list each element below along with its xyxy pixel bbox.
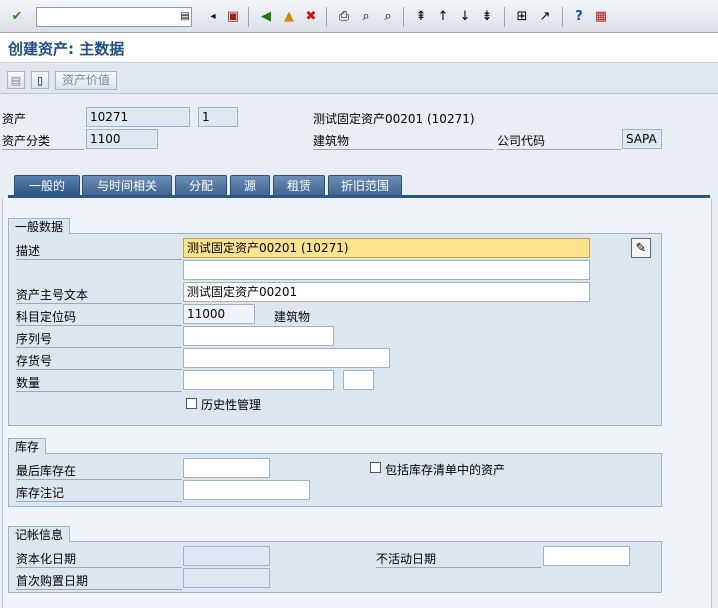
description-line2-input[interactable]: [183, 260, 590, 280]
command-history-dropdown-icon[interactable]: ◂: [204, 8, 222, 26]
exit-icon[interactable]: ▲: [280, 8, 298, 26]
quantity-input[interactable]: [183, 370, 334, 390]
sub-number-field: 1: [198, 107, 238, 127]
account-determination-label: 科目定位码: [16, 308, 182, 326]
tab-general[interactable]: 一般的: [14, 175, 80, 195]
edit-text-icon[interactable]: ✎: [631, 238, 651, 258]
last-inventory-input[interactable]: [183, 458, 270, 478]
toolbar-separator: [326, 7, 327, 27]
find-next-icon[interactable]: ⌕: [379, 8, 397, 26]
first-acquisition-date-label: 首次购置日期: [16, 572, 182, 590]
asset-description: 测试固定资产00201 (10271): [313, 112, 475, 126]
asset-class-field: 1100: [86, 129, 158, 149]
tab-time-dependent[interactable]: 与时间相关: [82, 175, 172, 195]
toolbar-separator: [562, 7, 563, 27]
deactivation-date-input[interactable]: [543, 546, 630, 566]
include-in-inventory-checkbox[interactable]: [370, 462, 381, 473]
asset-class-label: 资产分类: [2, 132, 84, 150]
inventory-group-title: 库存: [8, 438, 47, 454]
serial-number-label: 序列号: [16, 330, 182, 348]
first-page-icon[interactable]: ⇞: [412, 8, 430, 26]
command-history-icon[interactable]: ▤: [176, 8, 194, 26]
history-management-label: 历史性管理: [201, 398, 262, 412]
tab-depreciation-areas[interactable]: 折旧范围: [328, 175, 402, 195]
cancel-icon[interactable]: ✖: [302, 8, 320, 26]
last-inventory-label: 最后库存在: [16, 462, 182, 480]
capitalization-date-label: 资本化日期: [16, 550, 182, 568]
checkmark-icon[interactable]: ✔: [8, 8, 26, 26]
tab-allocations[interactable]: 分配: [175, 175, 227, 195]
inventory-number-label: 存货号: [16, 352, 182, 370]
unit-input[interactable]: [343, 370, 374, 390]
first-acquisition-date-field: [183, 568, 270, 588]
help-icon[interactable]: ?: [570, 8, 588, 26]
save-icon[interactable]: ▣: [224, 8, 242, 26]
inventory-note-input[interactable]: [183, 480, 310, 500]
company-code-label: 公司代码: [497, 132, 621, 150]
description-label: 描述: [16, 242, 182, 260]
asset-value-button[interactable]: 资产价值: [55, 71, 117, 90]
main-text-input[interactable]: 测试固定资产00201: [183, 282, 590, 302]
deactivation-date-label: 不活动日期: [376, 550, 541, 568]
general-data-group-title: 一般数据: [8, 218, 71, 234]
tab-origin[interactable]: 源: [230, 175, 270, 195]
create-session-icon[interactable]: ⊞: [513, 8, 531, 26]
account-determination-input[interactable]: 11000: [183, 304, 255, 324]
inventory-number-input[interactable]: [183, 348, 390, 368]
asset-number-field: 10271: [86, 107, 190, 127]
tab-leasing[interactable]: 租赁: [273, 175, 325, 195]
toolbar-separator: [403, 7, 404, 27]
print-icon[interactable]: ⎙: [335, 8, 353, 26]
asset-label: 资产: [2, 112, 27, 126]
back-icon[interactable]: ◀: [257, 8, 275, 26]
asset-class-text: 建筑物: [313, 132, 493, 150]
customize-layout-icon[interactable]: ▦: [592, 8, 610, 26]
quantity-label: 数量: [16, 374, 182, 392]
command-field[interactable]: [36, 7, 192, 27]
inventory-note-label: 库存注记: [16, 484, 182, 502]
posting-info-group-title: 记帐信息: [8, 526, 71, 542]
main-text-label: 资产主号文本: [16, 286, 182, 304]
system-toolbar: ✔ ▤ ◂ ▣ ◀ ▲ ✖ ⎙ ⌕ ⌕ ⇞ ↑ ↓ ⇟ ⊞ ↗ ? ▦: [0, 0, 718, 33]
include-in-inventory-label: 包括库存清单中的资产: [385, 463, 506, 477]
shortcut-icon[interactable]: ↗: [536, 8, 554, 26]
prev-page-icon[interactable]: ↑: [434, 8, 452, 26]
last-page-icon[interactable]: ⇟: [478, 8, 496, 26]
toolbar-separator: [504, 7, 505, 27]
history-management-checkbox[interactable]: [186, 398, 197, 409]
description-input[interactable]: 测试固定资产00201 (10271): [183, 238, 590, 258]
find-icon[interactable]: ⌕: [357, 8, 375, 26]
company-code-field: SAPA: [622, 129, 662, 149]
page-title: 创建资产: 主数据: [8, 40, 125, 58]
toolbar-separator: [248, 7, 249, 27]
serial-number-input[interactable]: [183, 326, 334, 346]
document-icon[interactable]: ▯: [31, 71, 49, 89]
capitalization-date-field: [183, 546, 270, 566]
overview-icon[interactable]: ▤: [7, 71, 25, 89]
next-page-icon[interactable]: ↓: [456, 8, 474, 26]
account-determination-text: 建筑物: [274, 310, 311, 324]
